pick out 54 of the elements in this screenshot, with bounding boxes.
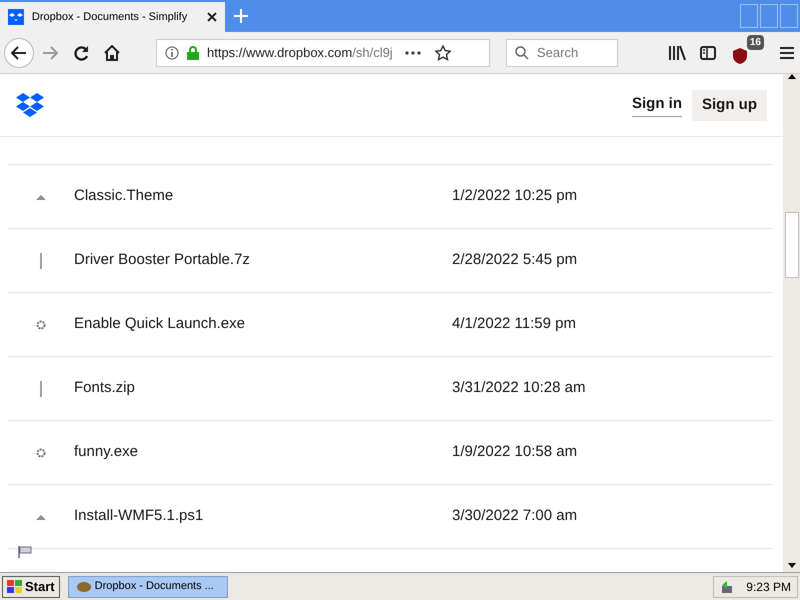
back-arrow-icon bbox=[11, 46, 27, 60]
reload-icon[interactable] bbox=[74, 44, 90, 60]
scroll-thumb[interactable] bbox=[784, 212, 798, 278]
gear-icon bbox=[36, 448, 46, 458]
close-icon[interactable] bbox=[207, 12, 218, 22]
network-icon[interactable] bbox=[720, 580, 734, 594]
start-button[interactable]: Start bbox=[2, 576, 60, 598]
sign-up-button[interactable]: Sign up bbox=[692, 90, 767, 120]
file-name[interactable]: Classic.Theme bbox=[74, 185, 452, 208]
back-button[interactable] bbox=[4, 38, 34, 68]
taskbar-button[interactable]: Dropbox - Documents ... bbox=[68, 576, 228, 598]
clock: 9:23 PM bbox=[746, 578, 791, 596]
sign-in-link[interactable]: Sign in bbox=[632, 93, 682, 117]
file-name[interactable]: funny.exe bbox=[74, 441, 452, 464]
more-icon[interactable] bbox=[405, 50, 421, 54]
shield-icon[interactable] bbox=[732, 46, 748, 64]
padlock-icon bbox=[187, 46, 199, 60]
menu-icon[interactable] bbox=[780, 46, 794, 58]
modified-date: 3/30/2022 7:00 am bbox=[452, 506, 578, 526]
zip-file-icon bbox=[39, 252, 43, 268]
scroll-down-icon[interactable] bbox=[788, 563, 796, 568]
modified-date: 1/2/2022 10:25 pm bbox=[452, 186, 578, 206]
notification-badge: 16 bbox=[746, 34, 764, 50]
flag-icon bbox=[18, 546, 32, 558]
file-name[interactable]: Fonts.zip bbox=[74, 377, 452, 400]
star-icon[interactable] bbox=[435, 44, 451, 60]
search-placeholder: Search bbox=[537, 44, 578, 62]
new-tab-icon[interactable] bbox=[233, 8, 249, 24]
info-icon[interactable] bbox=[165, 46, 179, 60]
home-icon[interactable] bbox=[104, 44, 120, 60]
file-name[interactable]: Enable Quick Launch.exe bbox=[74, 313, 452, 336]
search-icon bbox=[515, 46, 529, 60]
search-field[interactable]: Search bbox=[506, 38, 618, 66]
modified-date: 3/31/2022 10:28 am bbox=[452, 378, 586, 398]
file-name[interactable]: Driver Booster Portable.7z bbox=[74, 249, 452, 272]
gear-icon bbox=[36, 320, 46, 330]
zip-file-icon bbox=[39, 380, 43, 396]
browser-tab[interactable]: Dropbox - Documents - Simplify bbox=[0, 2, 225, 32]
scrollbar[interactable] bbox=[783, 74, 800, 572]
modified-date: 2/28/2022 5:45 pm bbox=[452, 250, 578, 270]
modified-date: 4/1/2022 11:59 pm bbox=[452, 314, 576, 334]
url-text: https://www.dropbox.com/sh/cl9j bbox=[207, 44, 394, 62]
library-icon[interactable] bbox=[668, 44, 686, 60]
file-name[interactable]: Install-WMF5.1.ps1 bbox=[74, 505, 452, 528]
dropbox-favicon bbox=[8, 9, 24, 25]
program-icon bbox=[76, 582, 91, 592]
modified-date: 1/9/2022 10:58 am bbox=[452, 442, 578, 462]
sidebar-icon[interactable] bbox=[700, 46, 716, 60]
dropbox-logo[interactable] bbox=[16, 93, 44, 117]
file-icon bbox=[35, 192, 47, 200]
tab-title: Dropbox - Documents - Simplify bbox=[32, 10, 188, 25]
address-bar[interactable]: https://www.dropbox.com/sh/cl9j bbox=[156, 38, 490, 66]
windows-logo-icon bbox=[7, 580, 23, 594]
file-icon bbox=[35, 512, 47, 520]
